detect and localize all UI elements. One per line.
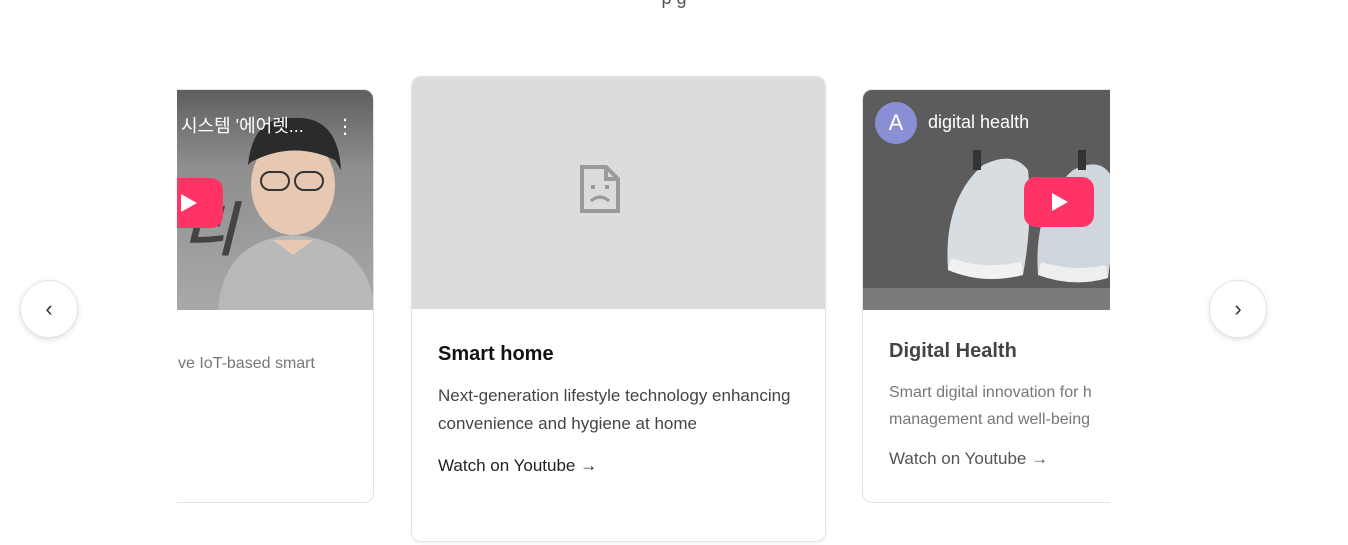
- carousel-next-button[interactable]: ›: [1209, 280, 1267, 338]
- watch-on-youtube-link[interactable]: Watch on Youtube →: [889, 449, 1110, 469]
- card-description: ve IoT-based smart: [178, 355, 315, 372]
- play-icon: [1052, 193, 1068, 211]
- video-embed-placeholder[interactable]: [412, 77, 825, 309]
- watch-on-youtube-link[interactable]: Watch on Youtube →: [438, 456, 799, 476]
- carousel-viewport: 리 시스템 '에어렛... ⋮ ve IoT-based smart Smart…: [177, 60, 1110, 545]
- card-description: Smart digital innovation for h managemen…: [889, 384, 1092, 428]
- card-description: Next-generation lifestyle technology enh…: [438, 386, 791, 433]
- card-title: Digital Health: [889, 340, 1017, 362]
- carousel-prev-button[interactable]: ‹: [20, 280, 78, 338]
- youtube-play-button[interactable]: [177, 178, 223, 228]
- video-embed[interactable]: A digital health: [863, 90, 1110, 310]
- broken-image-icon: [580, 165, 620, 213]
- carousel-card-active[interactable]: Smart home Next-generation lifestyle tec…: [411, 76, 826, 542]
- carousel-card[interactable]: 리 시스템 '에어렛... ⋮ ve IoT-based smart: [177, 89, 374, 503]
- chevron-right-icon: ›: [1234, 296, 1242, 321]
- carousel-card[interactable]: A digital health Digital Health Smart di…: [862, 89, 1110, 503]
- section-subtitle: p g: [0, 0, 1348, 9]
- youtube-play-button[interactable]: [1024, 177, 1094, 227]
- thumbnail-floor: [863, 288, 1110, 310]
- card-title: Smart home: [438, 343, 554, 365]
- play-icon: [181, 194, 197, 212]
- video-title: 시스템 '에어렛...: [181, 116, 304, 136]
- channel-avatar[interactable]: A: [875, 102, 917, 144]
- video-embed[interactable]: 리 시스템 '에어렛... ⋮: [177, 90, 373, 310]
- channel-name[interactable]: digital health: [928, 112, 1029, 133]
- more-vert-icon[interactable]: ⋮: [335, 114, 355, 139]
- chevron-left-icon: ‹: [45, 296, 53, 321]
